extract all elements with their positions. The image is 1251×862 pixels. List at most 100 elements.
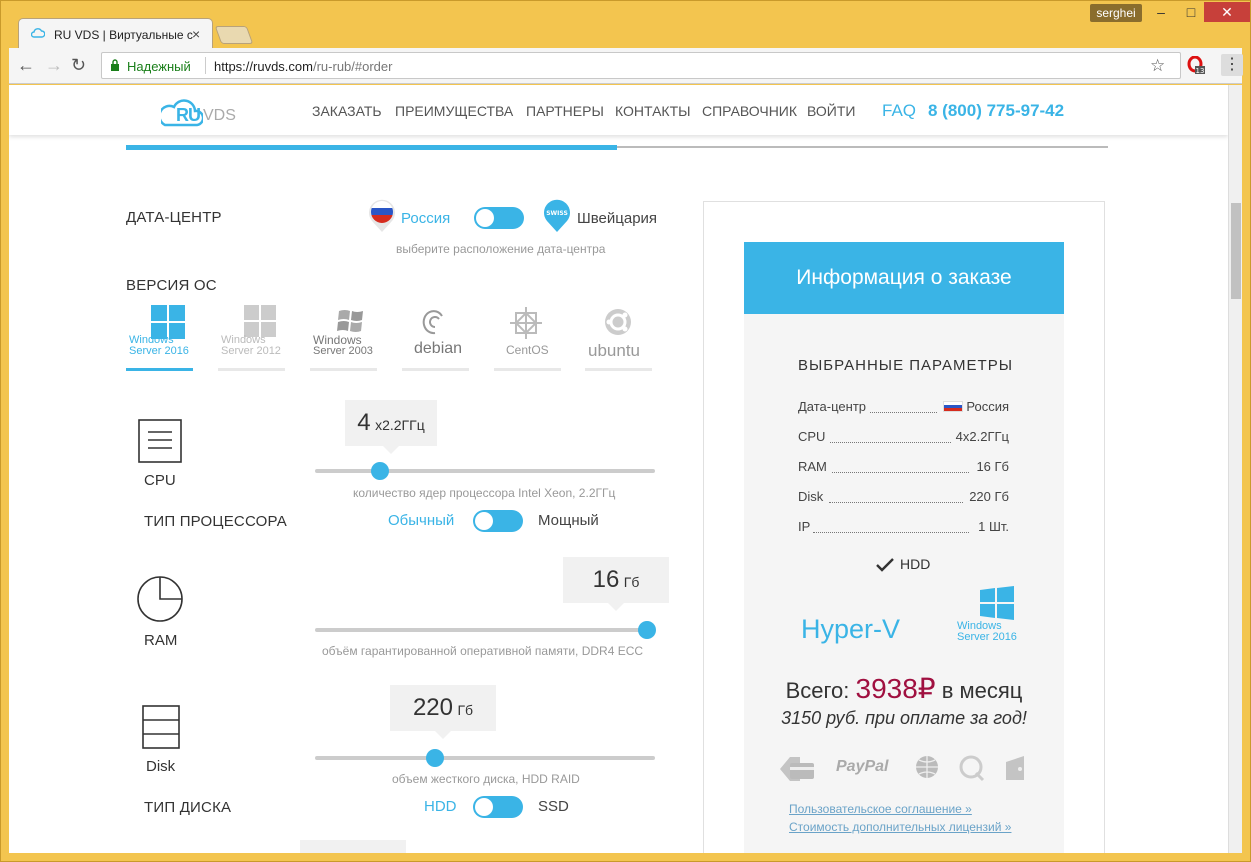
phone-number[interactable]: 8 (800) 775-97-42 — [928, 101, 1064, 121]
lock-icon — [111, 59, 119, 71]
os-ubuntu[interactable]: ubuntu — [585, 303, 652, 371]
os-version-label: ВЕРСИЯ ОС — [126, 277, 217, 294]
page-viewport: RU VDS ЗАКАЗАТЬ ПРЕИМУЩЕСТВА ПАРТНЕРЫ КО… — [9, 85, 1228, 853]
datacenter-label: ДАТА-ЦЕНТР — [126, 209, 222, 226]
browser-menu-icon[interactable]: ⋮ — [1221, 54, 1243, 76]
datacenter-toggle[interactable] — [474, 207, 524, 229]
tab-strip: RU VDS | Виртуальные с × serghei – □ ✕ — [0, 0, 1251, 48]
profile-user-chip[interactable]: serghei — [1090, 4, 1142, 22]
russia-flag-pin-icon[interactable] — [368, 199, 396, 233]
cpu-type-toggle[interactable] — [473, 510, 523, 532]
order-panel-inner: Информация о заказе ВЫБРАННЫЕ ПАРАМЕТРЫ … — [744, 242, 1064, 853]
window-close-icon[interactable]: ✕ — [1204, 2, 1250, 22]
total-prefix: Всего: — [785, 678, 850, 703]
nav-contacts[interactable]: КОНТАКТЫ — [615, 103, 691, 119]
os-debian[interactable]: debian — [402, 303, 469, 371]
ram-slider-knob[interactable] — [638, 621, 656, 639]
cpu-slider-knob[interactable] — [371, 462, 389, 480]
nav-advantages[interactable]: ПРЕИМУЩЕСТВА — [395, 103, 513, 119]
disk-hint: объем жесткого диска, HDD RAID — [392, 772, 580, 786]
reload-icon[interactable]: ↻ — [71, 56, 86, 74]
disk-value-bubble: 220 Гб — [390, 685, 496, 739]
disk-value: 220 — [412, 694, 453, 721]
nav-reference[interactable]: СПРАВОЧНИК — [702, 103, 797, 119]
summary-windows-line2: Server 2016 — [957, 631, 1017, 643]
disk-type-ssd[interactable]: SSD — [538, 798, 569, 815]
dotted-leader — [830, 442, 951, 443]
site-logo[interactable]: RU VDS — [161, 93, 251, 129]
logo-ru-text: RU — [176, 105, 201, 125]
cpu-label: CPU — [144, 472, 176, 489]
windows-logo-icon — [244, 305, 276, 337]
page-scrollbar[interactable] — [1228, 85, 1242, 853]
dotted-leader — [813, 532, 969, 533]
total-suffix: в месяц — [941, 678, 1023, 703]
os-windows-2016[interactable]: Windows Server 2016 — [126, 303, 193, 371]
param-value: 4x2.2ГГц — [955, 429, 1009, 444]
opera-extension-icon[interactable]: 13 — [1187, 56, 1205, 74]
param-value-text: Россия — [966, 399, 1009, 414]
nav-order[interactable]: ЗАКАЗАТЬ — [312, 103, 382, 119]
debian-swirl-icon — [422, 310, 443, 335]
bookmark-star-icon[interactable]: ☆ — [1150, 56, 1165, 76]
faq-link[interactable]: FAQ — [882, 101, 916, 121]
license-cost-link[interactable]: Стоимость дополнительных лицензий » — [789, 820, 1011, 834]
cpu-slider-track[interactable] — [315, 469, 655, 473]
disk-type-label: ТИП ДИСКА — [144, 799, 232, 816]
qiwi-icon — [959, 755, 985, 782]
browser-toolbar: ← → ↻ Надежный https://ruvds.com/ru-rub/… — [9, 48, 1243, 84]
swiss-badge-text: SWISS — [546, 210, 568, 217]
checkmark-icon — [876, 558, 894, 572]
nav-login[interactable]: ВОЙТИ — [807, 103, 855, 119]
url-host: https://ruvds.com — [214, 59, 313, 74]
param-row-datacenter: Дата-центр Россия — [798, 399, 1009, 415]
datacenter-russia-option[interactable]: Россия — [401, 210, 450, 227]
secure-label: Надежный — [127, 59, 191, 74]
cpu-value: 4 — [357, 409, 371, 436]
hyperv-logo: Hyper-V — [801, 614, 901, 644]
disk-type-hdd[interactable]: HDD — [424, 798, 457, 815]
back-arrow-icon[interactable]: ← — [17, 56, 35, 74]
forward-arrow-icon[interactable]: → — [45, 56, 63, 74]
browser-tab[interactable]: RU VDS | Виртуальные с × — [18, 18, 213, 48]
webmoney-globe-icon — [916, 756, 938, 778]
centos-logo-icon — [510, 307, 542, 339]
cpu-icon — [138, 419, 182, 463]
os-windows-2003[interactable]: Windows Server 2003 — [310, 303, 377, 371]
paypal-logo: PayPal — [836, 758, 889, 775]
disk-type-toggle[interactable] — [473, 796, 523, 818]
disk-type-summary: HDD — [900, 556, 931, 572]
disk-slider-knob[interactable] — [426, 749, 444, 767]
site-header: RU VDS ЗАКАЗАТЬ ПРЕИМУЩЕСТВА ПАРТНЕРЫ КО… — [9, 85, 1228, 135]
datacenter-swiss-option[interactable]: Швейцария — [577, 210, 657, 227]
tab-title: RU VDS | Виртуальные с — [54, 28, 193, 42]
disk-slider-track[interactable] — [315, 756, 655, 760]
swiss-pin-icon[interactable]: SWISS — [543, 199, 571, 233]
ram-slider-track[interactable] — [315, 628, 655, 632]
order-title: Информация о заказе — [744, 242, 1064, 314]
nav-partners[interactable]: ПАРТНЕРЫ — [526, 103, 604, 119]
url-separator — [205, 57, 206, 74]
new-tab-button[interactable] — [214, 26, 254, 44]
os-ubuntu-name: ubuntu — [588, 341, 640, 360]
maximize-icon[interactable]: □ — [1180, 2, 1202, 22]
os-windows-2012[interactable]: Windows Server 2012 — [218, 303, 285, 371]
address-bar[interactable]: Надежный https://ruvds.com/ru-rub/#order… — [101, 52, 1181, 79]
windows-xp-logo-icon — [337, 310, 363, 332]
step-progress-fill — [126, 145, 617, 150]
os-centos[interactable]: CentOS — [494, 303, 561, 371]
scrollbar-thumb[interactable] — [1231, 203, 1241, 299]
os-windows-2003-line2: Server 2003 — [313, 345, 373, 357]
ram-hint: объём гарантированной оперативной памяти… — [322, 644, 644, 658]
minimize-icon[interactable]: – — [1150, 2, 1172, 22]
cpu-value-bubble: 4 x2.2ГГц — [345, 400, 437, 454]
cpu-hint: количество ядер процессора Intel Xeon, 2… — [353, 486, 616, 500]
cloud-icon — [31, 28, 45, 38]
cpu-type-powerful[interactable]: Мощный — [538, 512, 599, 529]
order-panel: Информация о заказе ВЫБРАННЫЕ ПАРАМЕТРЫ … — [703, 201, 1105, 853]
user-agreement-link[interactable]: Пользовательское соглашение » — [789, 802, 972, 816]
cpu-type-regular[interactable]: Обычный — [388, 512, 454, 529]
param-row-disk: Disk 220 Гб — [798, 489, 1009, 505]
tab-close-icon[interactable]: × — [192, 26, 200, 42]
dotted-leader — [829, 502, 963, 503]
